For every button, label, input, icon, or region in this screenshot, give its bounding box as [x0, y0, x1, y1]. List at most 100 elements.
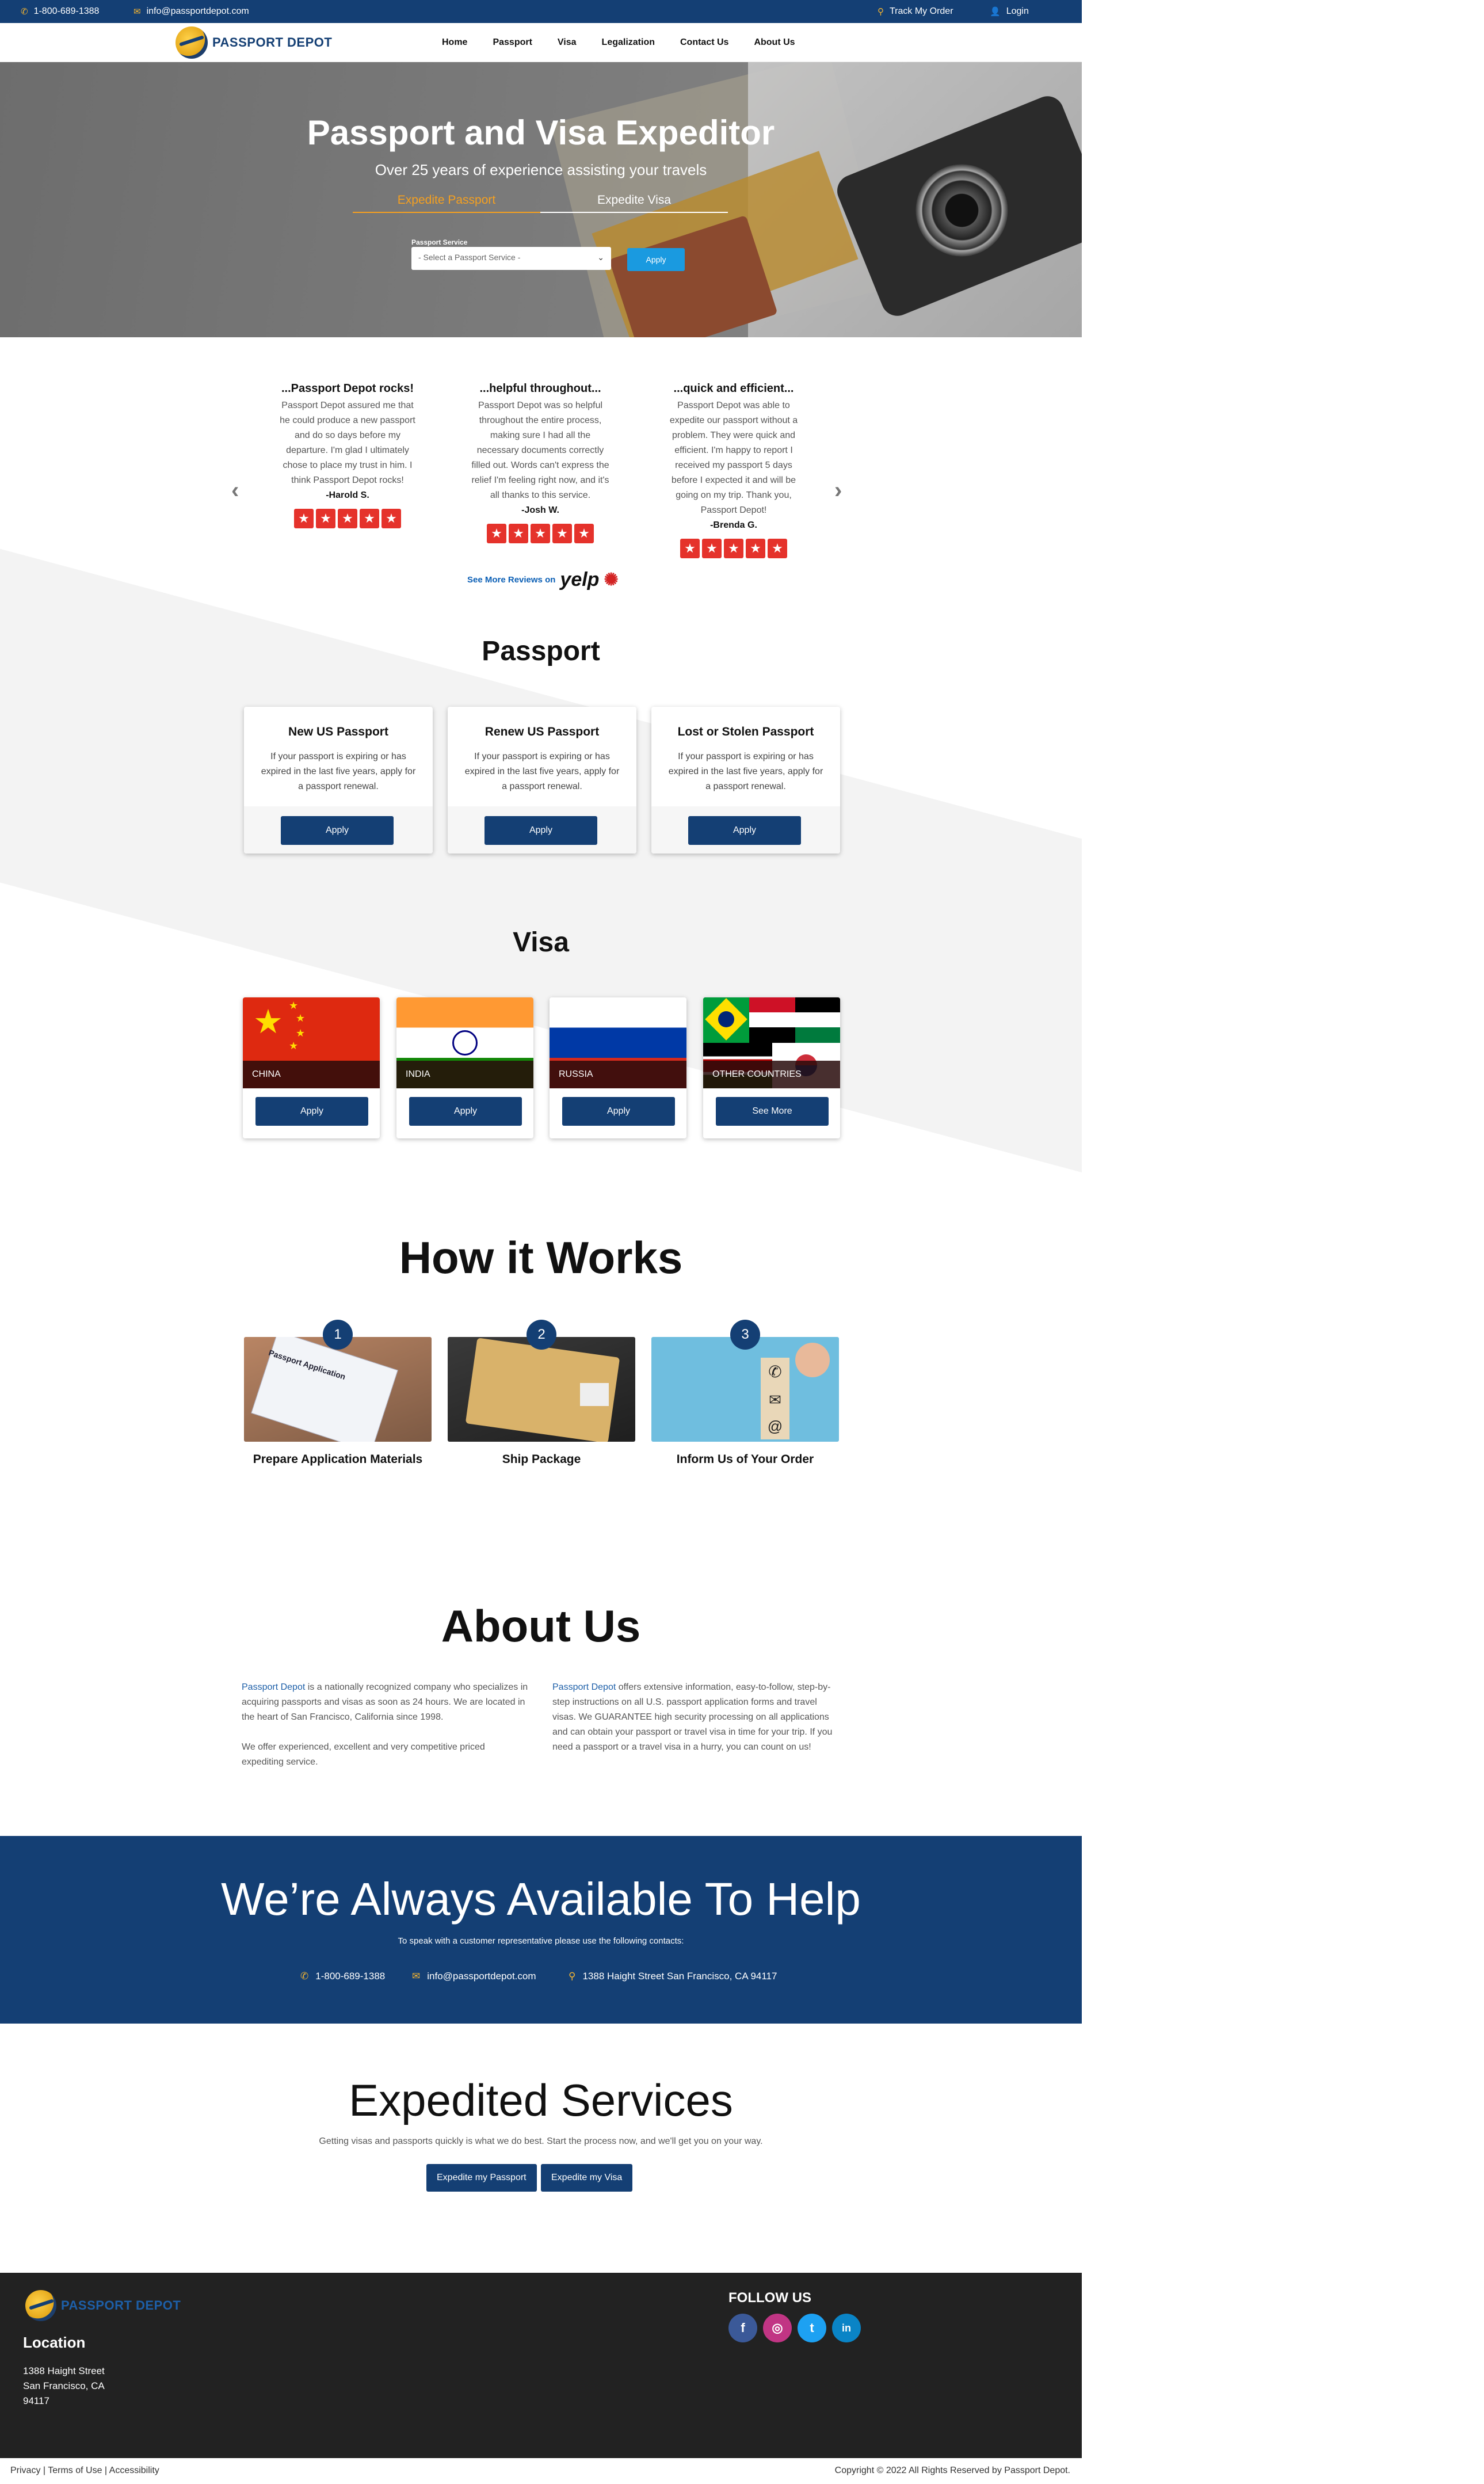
- nav-contact[interactable]: Contact Us: [680, 37, 728, 48]
- about-column-1: Passport Depot is a nationally recognize…: [242, 1680, 529, 1770]
- help-band: We’re Always Available To Help To speak …: [0, 1836, 1082, 2024]
- background-band: [0, 518, 1082, 1232]
- nav-visa[interactable]: Visa: [558, 37, 577, 48]
- help-phone[interactable]: ✆ 1-800-689-1388: [300, 1971, 385, 1982]
- map-pin-icon: ⚲: [569, 1971, 576, 1982]
- visa-section-title: Visa: [513, 927, 569, 958]
- visa-card-china: ★ ★ ★ ★ ★ CHINA Apply: [243, 997, 380, 1138]
- brand-link[interactable]: Passport Depot: [552, 1682, 616, 1692]
- apply-renew-passport-button[interactable]: Apply: [485, 816, 597, 845]
- review-card: ...helpful throughout... Passport Depot …: [468, 381, 612, 543]
- star-rating: ★ ★ ★ ★ ★: [276, 509, 419, 528]
- expedited-title: Expedited Services: [349, 2075, 733, 2125]
- card-text: If your passport is expiring or has expi…: [668, 752, 823, 791]
- footer-logo-text: PASSPORT DEPOT: [61, 2298, 181, 2312]
- address-line: 94117: [23, 2395, 50, 2406]
- topbar-phone[interactable]: ✆ 1-800-689-1388: [21, 6, 99, 17]
- top-bar: ✆ 1-800-689-1388 ✉ info@passportdepot.co…: [0, 0, 1082, 23]
- address-line: 1388 Haight Street: [23, 2365, 105, 2376]
- topbar-phone-text: 1-800-689-1388: [33, 6, 100, 16]
- tab-expedite-passport[interactable]: Expedite Passport: [353, 193, 540, 213]
- nav-legalization[interactable]: Legalization: [602, 37, 655, 48]
- at-sign-icon: @: [761, 1413, 789, 1439]
- see-more-visas-button[interactable]: See More: [716, 1097, 829, 1126]
- privacy-link[interactable]: Privacy: [10, 2466, 40, 2475]
- linkedin-icon[interactable]: in: [832, 2314, 861, 2342]
- map-pin-icon: ⚲: [878, 7, 884, 17]
- review-title: ...helpful throughout...: [479, 382, 601, 395]
- star-icon: ★: [338, 509, 357, 528]
- hero-title: Passport and Visa Expeditor: [307, 113, 775, 152]
- card-title: New US Passport: [288, 725, 388, 738]
- carousel-next-icon[interactable]: ›: [834, 478, 842, 504]
- review-title: ...Passport Depot rocks!: [281, 382, 414, 395]
- about-section-title: About Us: [441, 1601, 641, 1651]
- passport-card-lost: Lost or Stolen Passport If your passport…: [651, 707, 840, 854]
- topbar-email[interactable]: ✉ info@passportdepot.com: [133, 6, 249, 17]
- step-number-badge: 3: [730, 1320, 760, 1350]
- login-link[interactable]: 👤 Login: [990, 6, 1029, 17]
- review-card: ...Passport Depot rocks! Passport Depot …: [276, 381, 419, 528]
- about-paragraph: Passport Depot is a nationally recognize…: [242, 1680, 529, 1725]
- footer: PASSPORT DEPOT Location 1388 Haight Stre…: [0, 2273, 1082, 2458]
- terms-link[interactable]: Terms of Use: [48, 2466, 102, 2475]
- country-name: CHINA: [243, 1061, 380, 1088]
- how-section-title: How it Works: [399, 1232, 683, 1283]
- star-icon: ★: [487, 524, 506, 543]
- about-text: offers extensive information, easy-to-fo…: [552, 1682, 833, 1752]
- country-name: OTHER COUNTRIES: [703, 1061, 840, 1088]
- visa-card-other: OTHER COUNTRIES See More: [703, 997, 840, 1138]
- carousel-prev-icon[interactable]: ‹: [231, 478, 239, 504]
- help-title: We’re Always Available To Help: [221, 1873, 861, 1925]
- brand-link[interactable]: Passport Depot: [242, 1682, 305, 1692]
- apply-lost-passport-button[interactable]: Apply: [688, 816, 801, 845]
- review-text: Passport Depot was able to expedite our …: [669, 401, 798, 515]
- review-author: -Brenda G.: [710, 520, 757, 530]
- star-icon: ★: [574, 524, 594, 543]
- expedite-passport-button[interactable]: Expedite my Passport: [426, 2164, 537, 2192]
- instagram-icon[interactable]: ◎: [763, 2314, 792, 2342]
- help-email[interactable]: ✉ info@passportdepot.com: [412, 1971, 536, 1982]
- footer-logo[interactable]: PASSPORT DEPOT: [25, 2290, 181, 2321]
- follow-us-title: FOLLOW US: [728, 2290, 811, 2306]
- star-icon: ★: [702, 539, 722, 558]
- chevron-down-icon: ⌄: [597, 253, 604, 262]
- accessibility-link[interactable]: Accessibility: [109, 2466, 159, 2475]
- nav-passport[interactable]: Passport: [493, 37, 532, 48]
- expedite-visa-button[interactable]: Expedite my Visa: [541, 2164, 633, 2192]
- tab-expedite-visa[interactable]: Expedite Visa: [540, 193, 728, 213]
- visa-card-india: INDIA Apply: [396, 997, 533, 1138]
- step-image-application: Passport Application: [244, 1337, 432, 1442]
- yelp-link-text: See More Reviews on: [467, 575, 556, 585]
- star-icon: ★: [316, 509, 335, 528]
- passport-service-select[interactable]: - Select a Passport Service - ⌄: [411, 247, 611, 270]
- about-paragraph: We offer experienced, excellent and very…: [242, 1742, 485, 1767]
- topbar-email-text: info@passportdepot.com: [146, 6, 249, 16]
- help-phone-text: 1-800-689-1388: [315, 1971, 386, 1982]
- review-text: Passport Depot assured me that he could …: [280, 401, 415, 485]
- card-title: Lost or Stolen Passport: [677, 725, 814, 738]
- nav-home[interactable]: Home: [442, 37, 467, 48]
- step-caption: Prepare Application Materials: [253, 1453, 423, 1466]
- help-address: ⚲ 1388 Haight Street San Francisco, CA 9…: [569, 1971, 777, 1982]
- apply-india-visa-button[interactable]: Apply: [409, 1097, 522, 1126]
- logo-globe-icon: [176, 26, 208, 59]
- yelp-reviews-link[interactable]: See More Reviews on yelp ✺: [467, 569, 619, 591]
- step-caption: Ship Package: [502, 1453, 581, 1466]
- apply-russia-visa-button[interactable]: Apply: [562, 1097, 675, 1126]
- passport-service-value: - Select a Passport Service -: [418, 253, 521, 262]
- nav-about[interactable]: About Us: [754, 37, 795, 48]
- track-order-link[interactable]: ⚲ Track My Order: [878, 6, 953, 17]
- nav-menu: Home Passport Visa Legalization Contact …: [442, 23, 795, 62]
- apply-china-visa-button[interactable]: Apply: [255, 1097, 368, 1126]
- footer-location-title: Location: [23, 2334, 86, 2351]
- star-icon: ★: [360, 509, 379, 528]
- hero-subtitle: Over 25 years of experience assisting yo…: [375, 161, 707, 178]
- hero-apply-button[interactable]: Apply: [627, 248, 685, 271]
- apply-new-passport-button[interactable]: Apply: [281, 816, 394, 845]
- card-text: If your passport is expiring or has expi…: [261, 752, 416, 791]
- twitter-icon[interactable]: t: [798, 2314, 826, 2342]
- facebook-icon[interactable]: f: [728, 2314, 757, 2342]
- site-logo[interactable]: PASSPORT DEPOT: [176, 26, 332, 59]
- review-author: -Harold S.: [326, 490, 369, 500]
